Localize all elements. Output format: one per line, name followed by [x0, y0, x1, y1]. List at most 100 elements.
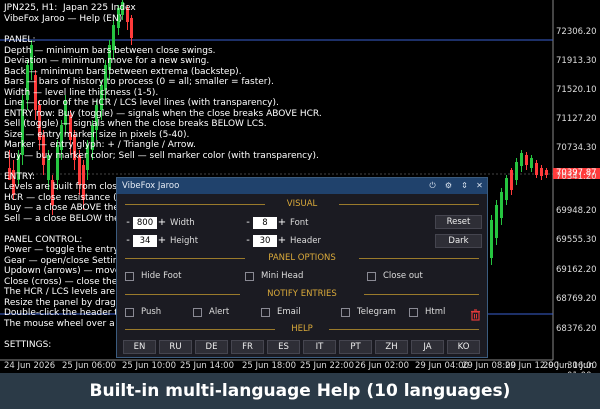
candle-body: [535, 163, 538, 175]
height-label: Height: [170, 236, 199, 246]
time-label: 29 Jun 04:00: [415, 361, 469, 371]
candle-body: [505, 178, 508, 200]
gear-icon[interactable]: ⚙: [443, 180, 454, 191]
power-icon[interactable]: ⏻: [427, 180, 438, 191]
checkbox-box[interactable]: [341, 307, 350, 317]
candle-body: [540, 168, 543, 176]
hide-foot-checkbox[interactable]: Hide Foot: [125, 270, 181, 282]
language-button-ja[interactable]: JA: [411, 340, 444, 354]
language-button-pt[interactable]: PT: [339, 340, 372, 354]
width-value[interactable]: 800: [133, 217, 157, 229]
width-label: Width: [170, 218, 195, 228]
language-button-ko[interactable]: KO: [447, 340, 480, 354]
font-label: Font: [290, 218, 309, 228]
checkbox-box[interactable]: [245, 271, 254, 281]
help-line: Resize the panel by draggin: [4, 297, 130, 308]
current-price-tag: 70397.87: [556, 168, 597, 178]
section-divider: [339, 204, 479, 205]
checkbox-box[interactable]: [367, 271, 376, 281]
time-label: 25 Jun 22:00: [300, 361, 354, 371]
language-button-fr[interactable]: FR: [231, 340, 264, 354]
help-line: ENTRY:: [4, 171, 35, 182]
help-line: The HCR / LCS levels are dr: [4, 287, 128, 297]
caption: Built-in multi-language Help (10 languag…: [0, 373, 600, 409]
checkbox-box[interactable]: [125, 307, 134, 317]
dark-button[interactable]: Dark: [435, 234, 482, 248]
help-line: HCR — close resistance (swi: [4, 192, 132, 203]
close-icon[interactable]: ✕: [474, 180, 485, 191]
email-checkbox[interactable]: Email: [261, 306, 301, 318]
help-line: Depth — minimum bars between close swing…: [4, 45, 216, 56]
price-label: 68769.20: [556, 294, 597, 304]
help-line: Width — level line thickness (1-5).: [4, 87, 159, 98]
telegram-checkbox[interactable]: Telegram: [341, 306, 396, 318]
settings-panel[interactable]: VibeFox Jaroo ⏻ ⚙ ⇕ ✕ VISUAL - 800 + Wid…: [116, 177, 488, 358]
checkbox-box[interactable]: [409, 307, 418, 317]
reset-button[interactable]: Reset: [435, 215, 482, 229]
help-line: Buy — a close ABOVE the H: [4, 203, 129, 213]
language-button-en[interactable]: EN: [123, 340, 156, 354]
section-divider: [359, 258, 479, 259]
candle-body: [130, 18, 133, 38]
checkbox-box[interactable]: [125, 271, 134, 281]
trash-icon[interactable]: [470, 306, 481, 321]
plus-icon[interactable]: +: [277, 235, 287, 247]
push-checkbox[interactable]: Push: [125, 306, 161, 318]
candle-body: [500, 192, 503, 218]
font-value[interactable]: 8: [253, 217, 277, 229]
price-label: 71127.20: [556, 114, 597, 124]
candle-body: [545, 170, 548, 175]
height-stepper[interactable]: - 34 + Height: [123, 235, 198, 247]
help-line: Sell (toggle) — signals when the close b…: [4, 119, 267, 129]
minus-icon[interactable]: -: [243, 217, 253, 229]
close-out-checkbox[interactable]: Close out: [367, 270, 423, 282]
help-line: SETTINGS:: [4, 339, 52, 350]
help-line: Size — entry marker size in pixels (5-40…: [4, 129, 190, 140]
help-line: Marker — entry glyph: + / Triangle / Arr…: [4, 140, 196, 150]
plus-icon[interactable]: +: [157, 217, 167, 229]
candle-body: [525, 155, 528, 165]
header-label: Header: [290, 236, 321, 246]
html-label: Html: [425, 307, 446, 317]
hide-foot-label: Hide Foot: [141, 271, 182, 281]
price-label: 71913.30: [556, 56, 597, 66]
language-button-zh[interactable]: ZH: [375, 340, 408, 354]
help-line: PANEL CONTROL:: [4, 234, 83, 245]
html-checkbox[interactable]: Html: [409, 306, 445, 318]
plus-icon[interactable]: +: [157, 235, 167, 247]
help-line: Sell — a close BELOW the L: [4, 213, 128, 224]
panel-header[interactable]: VibeFox Jaroo ⏻ ⚙ ⇕ ✕: [117, 178, 487, 194]
header-value[interactable]: 30: [253, 235, 277, 247]
minus-icon[interactable]: -: [123, 235, 133, 247]
checkbox-box[interactable]: [193, 307, 202, 317]
language-button-it[interactable]: IT: [303, 340, 336, 354]
close-out-label: Close out: [383, 271, 423, 281]
updown-icon[interactable]: ⇕: [459, 180, 470, 191]
minus-icon[interactable]: -: [243, 235, 253, 247]
help-line: Bars — bars of history to process (0 = a…: [4, 77, 274, 87]
mini-head-checkbox[interactable]: Mini Head: [245, 270, 303, 282]
minus-icon[interactable]: -: [123, 217, 133, 229]
price-label: 70734.30: [556, 143, 597, 153]
language-button-es[interactable]: ES: [267, 340, 300, 354]
email-label: Email: [277, 307, 301, 317]
plus-icon[interactable]: +: [277, 217, 287, 229]
language-button-de[interactable]: DE: [195, 340, 228, 354]
height-value[interactable]: 34: [133, 235, 157, 247]
language-button-ru[interactable]: RU: [159, 340, 192, 354]
time-label: 24 Jun 2026: [4, 361, 56, 371]
help-line: The mouse wheel over a Nu: [4, 318, 130, 329]
help-line: Levels are built from close-b: [4, 182, 132, 192]
font-stepper[interactable]: - 8 + Font: [243, 217, 309, 229]
help-line: Power — toggle the entry si: [4, 245, 129, 255]
time-label: 25 Jun 10:00: [122, 361, 176, 371]
header-stepper[interactable]: - 30 + Header: [243, 235, 321, 247]
price-label: 72306.20: [556, 27, 597, 37]
help-line: Buy — buy marker color; Sell — sell mark…: [4, 150, 319, 161]
checkbox-box[interactable]: [261, 307, 270, 317]
width-stepper[interactable]: - 800 + Width: [123, 217, 195, 229]
time-label: 26 Jun 02:00: [355, 361, 409, 371]
time-label: 25 Jun 18:00: [242, 361, 296, 371]
alert-checkbox[interactable]: Alert: [193, 306, 229, 318]
help-title: VibeFox Jaroo — Help (EN): [4, 14, 123, 24]
